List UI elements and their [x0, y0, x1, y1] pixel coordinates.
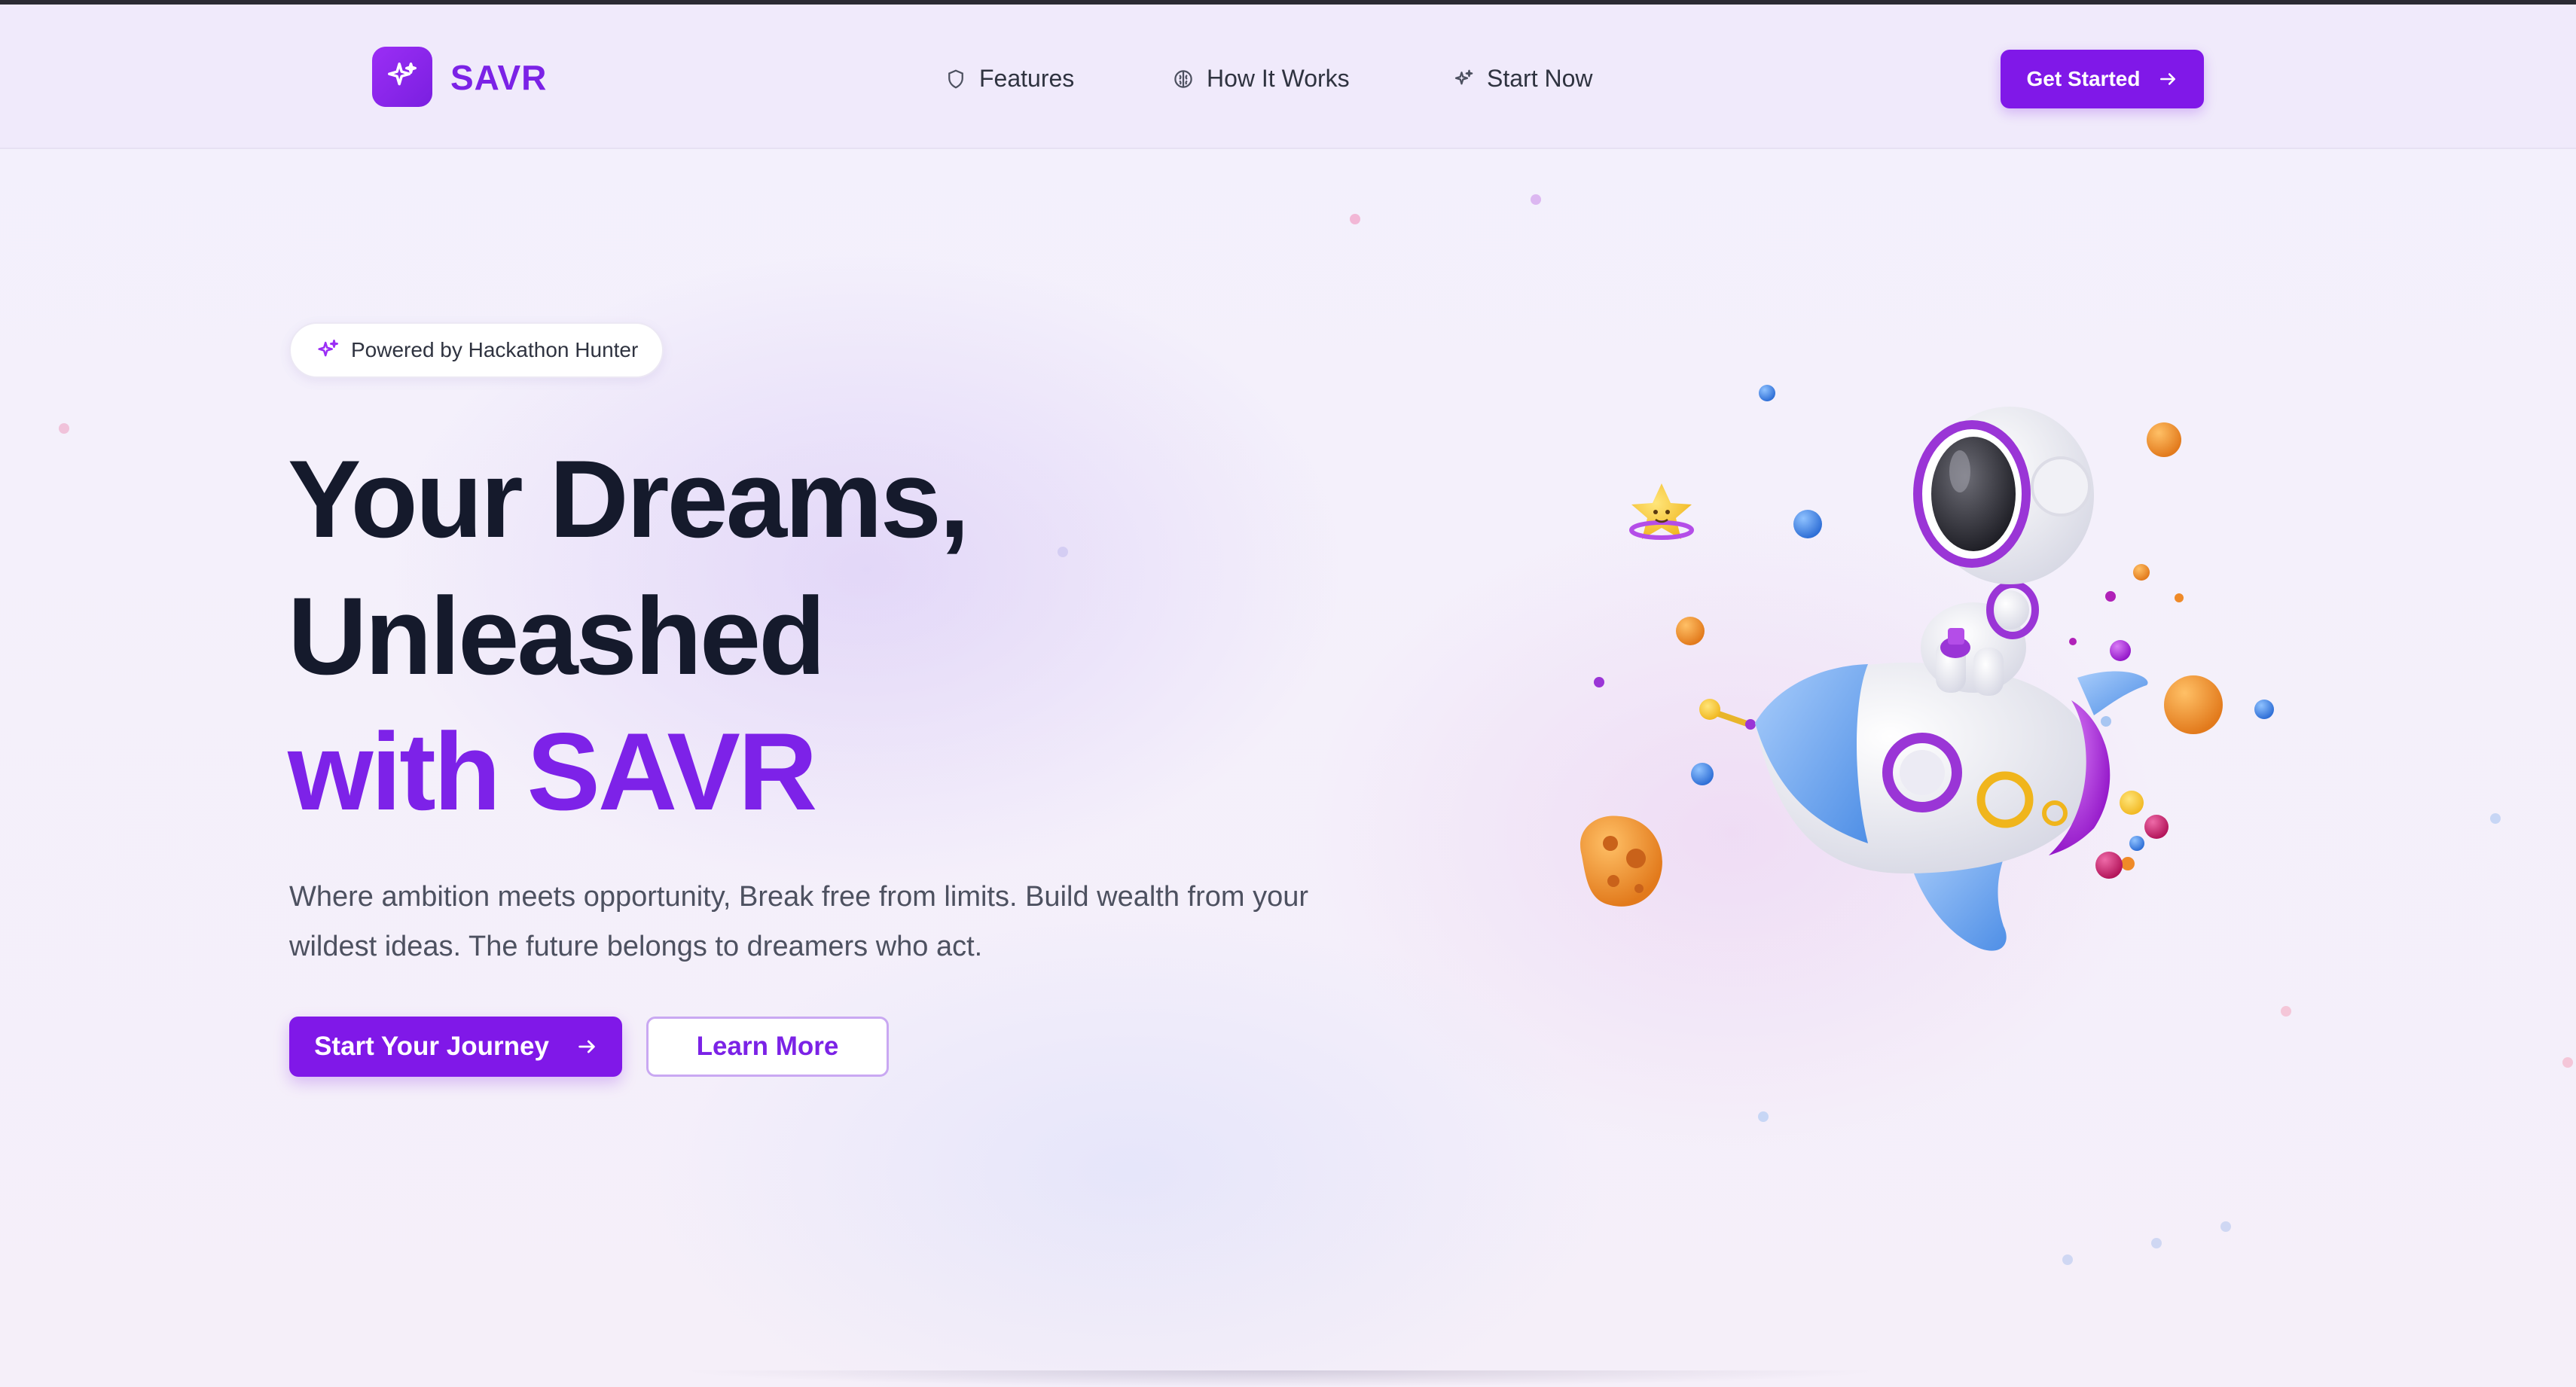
particle: [2105, 591, 2116, 602]
start-your-journey-label: Start Your Journey: [314, 1032, 549, 1061]
decor-dot: [59, 423, 69, 434]
decor-dot: [2151, 1238, 2162, 1248]
decor-dot: [1758, 1111, 1769, 1122]
decor-dot: [1531, 194, 1541, 205]
astronaut: [1913, 407, 2094, 696]
particle: [1759, 385, 1775, 401]
nav-item-start-now[interactable]: Start Now: [1452, 65, 1592, 93]
brain-icon: [1174, 69, 1192, 88]
get-started-label: Get Started: [2026, 67, 2141, 90]
top-navbar: SAVR Features How It Works Start Now Get…: [0, 5, 2576, 149]
nav-item-how-it-works[interactable]: How It Works: [1172, 65, 1350, 93]
particle: [2147, 422, 2181, 457]
decor-dot: [2281, 1006, 2291, 1017]
particle: [2095, 852, 2123, 879]
shield-icon: [948, 69, 963, 89]
hero-title-line-3: with SAVR: [288, 710, 817, 833]
astronaut-rocket-illustration: [1580, 385, 2274, 951]
nav-item-label: Features: [979, 65, 1075, 92]
particle: [2121, 857, 2135, 870]
decor-dot: [1350, 214, 1360, 224]
decor-dot: [1058, 547, 1068, 557]
nav-item-label: Start Now: [1487, 65, 1593, 92]
hero-subtitle: Where ambition meets opportunity, Break …: [289, 881, 1309, 962]
arrow-right-icon: [2160, 73, 2176, 85]
brand-name[interactable]: SAVR: [450, 57, 547, 98]
learn-more-label: Learn More: [696, 1032, 839, 1061]
arrow-right-icon: [578, 1040, 595, 1053]
decor-dot: [2562, 1057, 2573, 1068]
sparkles-icon: [1454, 69, 1473, 84]
particle: [1594, 677, 1604, 687]
nav-item-features[interactable]: Features: [945, 65, 1074, 93]
particle: [2120, 791, 2144, 815]
powered-by-badge: Powered by Hackathon Hunter: [289, 322, 664, 378]
particle: [1691, 763, 1714, 785]
particle: [2069, 638, 2077, 645]
particle: [2254, 700, 2274, 719]
antenna: [1699, 699, 1756, 730]
hero-title-line-2: Unleashed: [288, 575, 826, 697]
badge-label: Powered by Hackathon Hunter: [351, 338, 639, 361]
learn-more-button[interactable]: Learn More: [646, 1017, 889, 1077]
particle: [1793, 510, 1822, 538]
particle: [2175, 593, 2184, 602]
decor-dot: [2220, 1221, 2231, 1232]
particle: [2133, 564, 2150, 581]
logo-icon[interactable]: [372, 47, 432, 107]
nav-item-label: How It Works: [1207, 65, 1350, 92]
particle: [1676, 617, 1705, 645]
particle: [2144, 815, 2169, 839]
start-your-journey-button[interactable]: Start Your Journey: [289, 1017, 622, 1077]
get-started-button[interactable]: Get Started: [2001, 50, 2204, 108]
decor-dot: [2062, 1254, 2073, 1265]
decor-dot: [2490, 813, 2501, 824]
particle: [2164, 675, 2223, 734]
rocket: [1755, 663, 2148, 951]
star-character: [1629, 483, 1694, 540]
sparkles-icon: [318, 339, 339, 357]
hero-title-line-1: Your Dreams,: [288, 437, 970, 560]
asteroid: [1580, 815, 1662, 907]
bottom-shadow: [678, 1370, 1883, 1387]
particle: [2110, 640, 2131, 661]
particle: [2129, 836, 2144, 851]
particle: [2101, 716, 2111, 727]
